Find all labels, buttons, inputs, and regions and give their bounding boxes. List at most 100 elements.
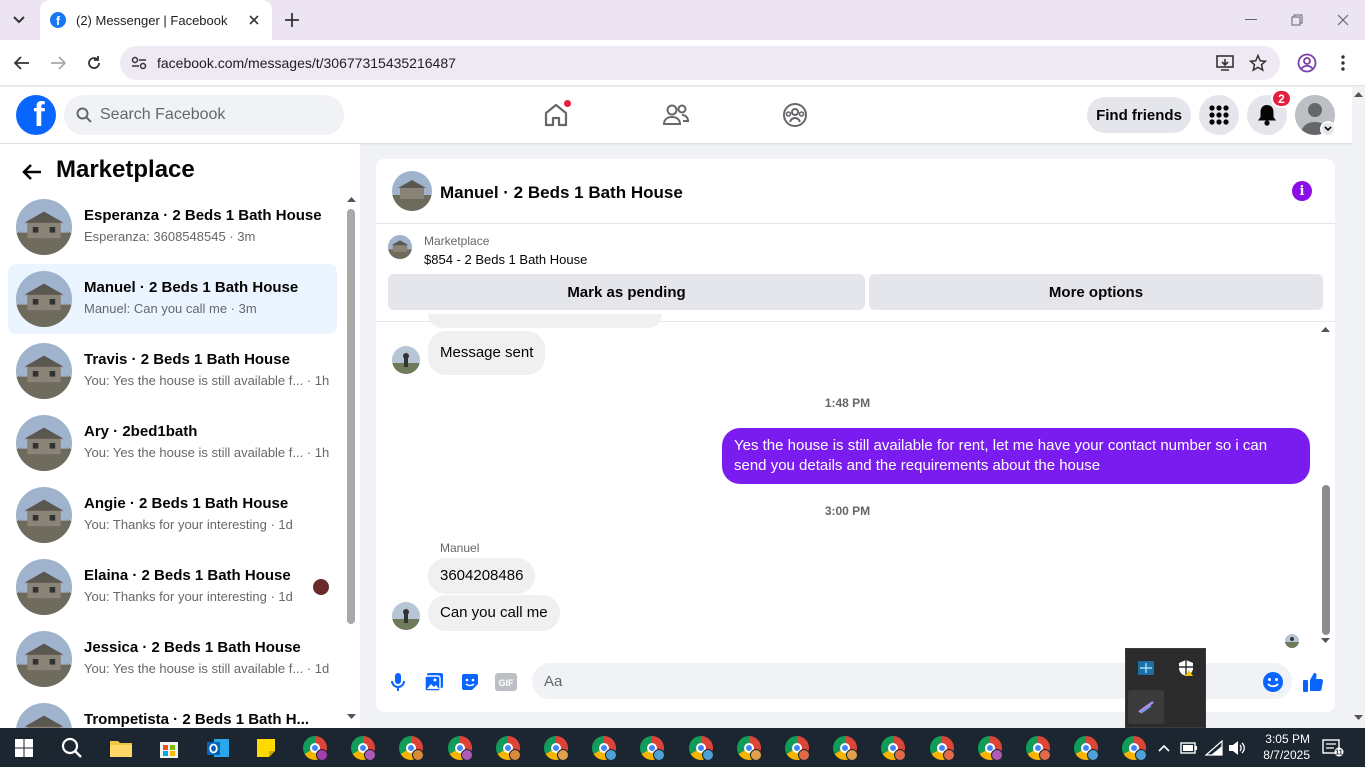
- conversation-item[interactable]: Manuel · 2 Beds 1 Bath House Manuel: Can …: [8, 264, 337, 334]
- chrome-profile-icon[interactable]: [830, 733, 860, 763]
- message-bubble[interactable]: Can you call me: [428, 595, 560, 631]
- show-hidden-icons-chevron-icon[interactable]: [1153, 737, 1175, 759]
- chrome-profile-icon[interactable]: [878, 733, 908, 763]
- chrome-profile-icon[interactable]: [348, 733, 378, 763]
- sidebar-scroll-thumb[interactable]: [347, 209, 355, 624]
- chat-scrollbar[interactable]: [1319, 322, 1333, 652]
- account-chevron-down-icon[interactable]: [1320, 121, 1336, 137]
- chrome-profile-icon[interactable]: [493, 733, 523, 763]
- chrome-profile-icon[interactable]: [734, 733, 764, 763]
- site-settings-icon[interactable]: [128, 53, 150, 73]
- conversation-preview: You: Yes the house is still available f.…: [84, 661, 330, 676]
- like-thumb-icon[interactable]: [1300, 669, 1326, 695]
- conversation-item[interactable]: Trompetista · 2 Beds 1 Bath H...: [8, 696, 337, 728]
- close-tab-icon[interactable]: [246, 12, 262, 28]
- address-bar-row: facebook.com/messages/t/3067731543521648…: [0, 40, 1365, 86]
- microphone-icon[interactable]: [385, 669, 411, 695]
- chrome-profile-icon[interactable]: [541, 733, 571, 763]
- omnibox[interactable]: facebook.com/messages/t/3067731543521648…: [120, 46, 1280, 80]
- new-tab-icon[interactable]: [282, 10, 302, 30]
- file-explorer-icon[interactable]: [106, 733, 136, 763]
- more-options-button[interactable]: More options: [869, 274, 1323, 310]
- back-icon[interactable]: [10, 51, 34, 75]
- bookmark-star-icon[interactable]: [1247, 53, 1269, 73]
- notification-center-icon[interactable]: 11: [1322, 737, 1344, 759]
- listing-thumbnail[interactable]: [388, 235, 412, 259]
- microsoft-store-icon[interactable]: [154, 733, 184, 763]
- windows-start-icon[interactable]: [9, 733, 39, 763]
- groups-icon[interactable]: [779, 99, 811, 131]
- friends-icon[interactable]: [660, 99, 692, 131]
- facebook-favicon-icon: f: [50, 12, 66, 28]
- reload-icon[interactable]: [82, 51, 106, 75]
- minimize-icon[interactable]: [1236, 8, 1266, 32]
- chrome-profile-icon[interactable]: [1023, 733, 1053, 763]
- mark-pending-button[interactable]: Mark as pending: [388, 274, 865, 310]
- sender-avatar[interactable]: [392, 346, 420, 374]
- chat-scroll-thumb[interactable]: [1322, 485, 1330, 635]
- chrome-profile-icon[interactable]: [589, 733, 619, 763]
- conversation-preview: Manuel: Can you call me · 3m: [84, 301, 257, 316]
- menu-grid-icon[interactable]: [1199, 95, 1239, 135]
- chat-house-avatar[interactable]: [392, 171, 432, 211]
- taskbar-search-icon[interactable]: [57, 733, 87, 763]
- find-friends-button[interactable]: Find friends: [1087, 97, 1191, 133]
- forward-icon[interactable]: [46, 51, 70, 75]
- taskbar-clock[interactable]: 3:05 PM 8/7/2025: [1255, 731, 1310, 763]
- search-box[interactable]: [64, 95, 344, 135]
- browser-tab[interactable]: f (2) Messenger | Facebook: [40, 0, 272, 40]
- browser-menu-icon[interactable]: [1331, 51, 1355, 75]
- info-icon[interactable]: i: [1292, 181, 1312, 201]
- battery-icon[interactable]: [1178, 737, 1200, 759]
- clock-date: 8/7/2025: [1263, 748, 1310, 762]
- gif-icon[interactable]: GIF: [493, 669, 519, 695]
- chat-title[interactable]: Manuel · 2 Beds 1 Bath House: [440, 183, 683, 203]
- home-icon[interactable]: [540, 99, 572, 131]
- facebook-logo-icon[interactable]: f: [16, 95, 56, 135]
- search-input[interactable]: [100, 106, 320, 124]
- sender-avatar[interactable]: [392, 602, 420, 630]
- wifi-icon[interactable]: [1203, 737, 1225, 759]
- chrome-profile-icon[interactable]: [1071, 733, 1101, 763]
- page-scrollbar[interactable]: [1352, 87, 1365, 728]
- conversation-avatar: [16, 703, 72, 728]
- message-bubble[interactable]: Message sent: [428, 331, 546, 375]
- conversation-item[interactable]: Esperanza · 2 Beds 1 Bath House Esperanza…: [8, 192, 337, 262]
- tab-search-dropdown-icon[interactable]: [6, 8, 32, 32]
- conversation-item[interactable]: Ary · 2bed1bath You: Yes the house is sti…: [8, 408, 337, 478]
- svg-text:GIF: GIF: [499, 678, 515, 688]
- volume-icon[interactable]: [1226, 737, 1248, 759]
- pen-app-tray-icon[interactable]: [1128, 690, 1164, 724]
- photo-icon[interactable]: [421, 669, 447, 695]
- chrome-profile-icon[interactable]: [975, 733, 1005, 763]
- sidebar-scrollbar[interactable]: [346, 194, 356, 728]
- emoji-icon[interactable]: [1260, 669, 1286, 695]
- chrome-profile-icon[interactable]: [637, 733, 667, 763]
- chrome-profile-icon[interactable]: [300, 733, 330, 763]
- conversation-item[interactable]: Angie · 2 Beds 1 Bath House You: Thanks f…: [8, 480, 337, 550]
- url-text[interactable]: facebook.com/messages/t/3067731543521648…: [157, 55, 456, 71]
- close-window-icon[interactable]: [1328, 8, 1358, 32]
- sticky-notes-icon[interactable]: [251, 733, 281, 763]
- chrome-profile-icon[interactable]: [782, 733, 812, 763]
- outgoing-message-bubble[interactable]: Yes the house is still available for ren…: [722, 428, 1310, 484]
- message-bubble[interactable]: 3604208486: [428, 558, 536, 594]
- conversation-item[interactable]: Elaina · 2 Beds 1 Bath House You: Thanks …: [8, 552, 337, 622]
- chrome-profile-icon[interactable]: [927, 733, 957, 763]
- sticker-icon[interactable]: [457, 669, 483, 695]
- outlook-icon[interactable]: [203, 733, 233, 763]
- install-app-icon[interactable]: [1214, 53, 1236, 73]
- conversation-item[interactable]: Travis · 2 Beds 1 Bath House You: Yes the…: [8, 336, 337, 406]
- restore-icon[interactable]: [1282, 8, 1312, 32]
- chrome-profile-icon[interactable]: [1119, 733, 1149, 763]
- listing-title[interactable]: $854 - 2 Beds 1 Bath House: [424, 252, 587, 267]
- back-arrow-icon[interactable]: [18, 158, 46, 186]
- chrome-profile-icon[interactable]: [396, 733, 426, 763]
- conversation-item[interactable]: Jessica · 2 Beds 1 Bath House You: Yes th…: [8, 624, 337, 694]
- profile-icon[interactable]: [1295, 51, 1319, 75]
- system-tray-overflow: [1125, 648, 1206, 728]
- chrome-profile-icon[interactable]: [686, 733, 716, 763]
- network-app-tray-icon[interactable]: [1128, 651, 1164, 685]
- security-shield-icon[interactable]: [1168, 651, 1204, 685]
- chrome-profile-icon[interactable]: [445, 733, 475, 763]
